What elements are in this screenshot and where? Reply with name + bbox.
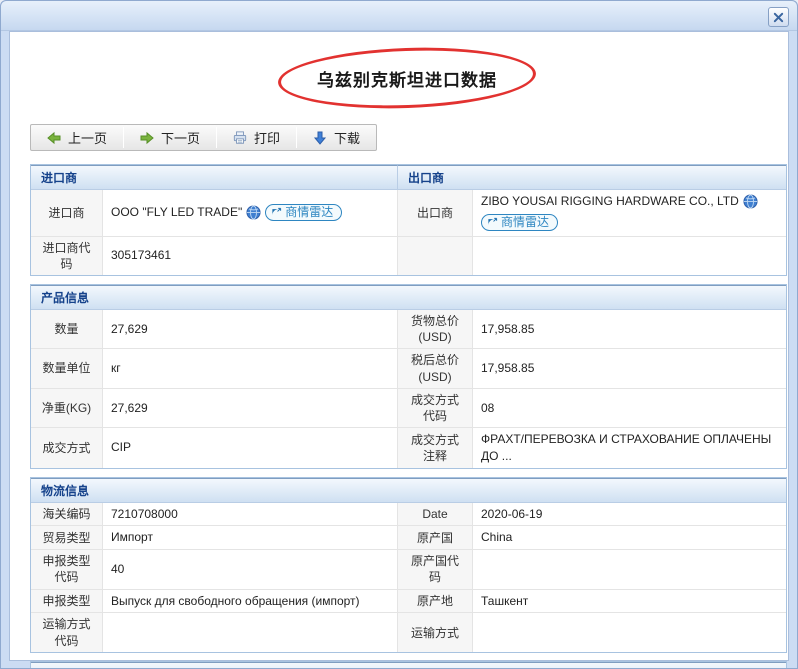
field-label: 贸易类型 [31,526,103,550]
field-label: 成交方式 [31,428,103,468]
field-value: 17,958.85 [473,310,786,349]
field-value: 40 [103,550,398,589]
field-label: 数量 [31,310,103,349]
download-label: 下载 [334,128,360,147]
importer-section-header: 进口商 [31,165,398,190]
exporter-name-value: ZIBO YOUSAI RIGGING HARDWARE CO., LTD [473,190,786,237]
field-value: 17,958.85 [473,349,786,388]
field-label: 原产地 [398,590,473,614]
field-value: 08 [473,389,786,428]
field-value: 27,629 [103,389,398,428]
satellite-dish-icon [271,207,282,218]
importer-radar-badge[interactable]: 商情雷达 [265,204,342,221]
logistics-info-table: 物流信息 海关编码 7210708000 Date 2020-06-19 贸易类… [30,477,787,653]
close-button[interactable] [768,7,789,27]
field-label: 净重(KG) [31,389,103,428]
field-value: CIP [103,428,398,468]
description-section-header: 描述 [31,662,786,669]
download-button[interactable]: 下载 [297,125,376,150]
importer-code-value: 305173461 [103,237,398,275]
arrow-right-icon [140,131,154,145]
exporter-name: ZIBO YOUSAI RIGGING HARDWARE CO., LTD [481,193,739,210]
field-value: ФРАХТ/ПЕРЕВОЗКА И СТРАХОВАНИЕ ОПЛАЧЕНЫ Д… [473,428,786,468]
printer-icon [233,131,247,145]
print-label: 打印 [254,128,280,147]
exporter-section-header: 出口商 [398,165,786,190]
satellite-dish-icon [487,217,498,228]
field-value [103,613,398,651]
description-table: 描述 产品描述 1. Сталь оцинкованная с полимерн… [30,661,787,669]
exporter-name-label: 出口商 [398,190,473,237]
field-label: 运输方式 [398,613,473,651]
field-value: Импорт [103,526,398,550]
radar-badge-label: 商情雷达 [285,204,333,221]
radar-badge-label: 商情雷达 [501,214,549,231]
field-label: 原产国 [398,526,473,550]
field-value [473,550,786,589]
arrow-left-icon [47,131,61,145]
logistics-section-header: 物流信息 [31,478,786,503]
field-value: China [473,526,786,550]
field-label: 成交方式注释 [398,428,473,468]
close-icon [773,12,784,23]
field-label: 申报类型代码 [31,550,103,589]
globe-icon[interactable] [743,194,758,209]
title-area: 乌兹别克斯坦进口数据 [30,32,784,124]
exporter-radar-badge[interactable]: 商情雷达 [481,214,558,231]
product-info-table: 产品信息 数量 27,629 货物总价 (USD) 17,958.85 数量单位… [30,284,787,469]
exporter-badge-line: 商情雷达 [481,214,778,233]
field-label: 申报类型 [31,590,103,614]
field-value: Выпуск для свободного обращения (импорт) [103,590,398,614]
toolbar: 上一页 下一页 打印 [30,124,377,151]
importer-name-value: OOO "FLY LED TRADE" 商情雷达 [103,190,398,237]
next-page-button[interactable]: 下一页 [124,125,216,150]
importer-name-label: 进口商 [31,190,103,237]
field-label: 运输方式代码 [31,613,103,651]
importer-code-label: 进口商代码 [31,237,103,275]
page-title: 乌兹别克斯坦进口数据 [317,66,497,91]
field-label: 原产国代码 [398,550,473,589]
field-label: Date [398,503,473,527]
field-label: 税后总价 (USD) [398,349,473,388]
prev-page-button[interactable]: 上一页 [31,125,123,150]
product-section-header: 产品信息 [31,285,786,310]
field-value: кг [103,349,398,388]
field-label: 海关编码 [31,503,103,527]
field-label: 货物总价 (USD) [398,310,473,349]
empty-label-cell [398,237,473,275]
field-value: Ташкент [473,590,786,614]
field-label: 数量单位 [31,349,103,388]
globe-icon[interactable] [246,205,261,220]
field-label: 成交方式代码 [398,389,473,428]
prev-page-label: 上一页 [68,128,107,147]
party-table: 进口商 出口商 进口商 OOO "FLY LED TRADE" [30,164,787,276]
print-button[interactable]: 打印 [217,125,296,150]
field-value [473,613,786,651]
importer-name: OOO "FLY LED TRADE" [111,204,242,221]
dialog-content: 乌兹别克斯坦进口数据 上一页 下一页 [9,31,789,661]
dialog-window: 乌兹别克斯坦进口数据 上一页 下一页 [0,0,798,669]
field-value: 2020-06-19 [473,503,786,527]
field-value: 27,629 [103,310,398,349]
download-icon [313,131,327,145]
field-value: 7210708000 [103,503,398,527]
dialog-titlebar [1,1,797,31]
next-page-label: 下一页 [161,128,200,147]
empty-value-cell [473,237,786,275]
